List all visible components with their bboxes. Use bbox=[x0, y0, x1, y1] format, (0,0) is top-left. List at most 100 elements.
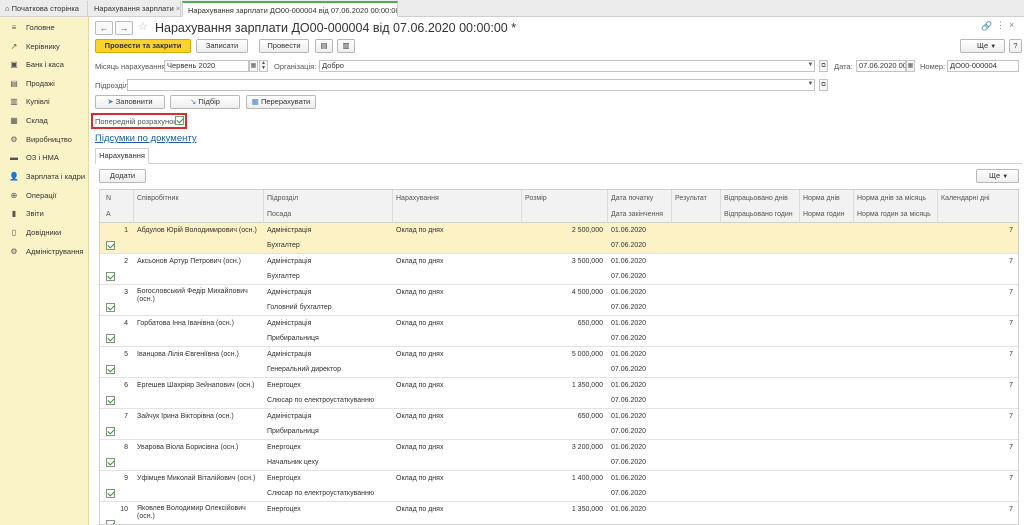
sidebar-item-assets[interactable]: ▬ ОЗ і НМА bbox=[0, 149, 89, 167]
table-row[interactable]: 8 Уварова Віола Борисівна (осн.) Енергоц… bbox=[100, 440, 1018, 471]
help-button[interactable]: ? bbox=[1009, 39, 1022, 53]
org-label: Організація: bbox=[274, 62, 317, 71]
col-norm-days[interactable]: Норма днів bbox=[803, 195, 840, 202]
tab-accruals[interactable]: Нарахування bbox=[95, 148, 149, 164]
col-result[interactable]: Результат bbox=[675, 195, 707, 202]
sidebar-item-manager[interactable]: ↗ Керівнику bbox=[0, 38, 89, 56]
checkbox-checked-icon[interactable] bbox=[106, 520, 115, 524]
date-field[interactable]: 07.06.2020 00 bbox=[856, 60, 906, 72]
month-field[interactable]: Червень 2020 bbox=[164, 60, 249, 72]
post-and-close-button[interactable]: Провести та закрити bbox=[95, 39, 191, 53]
close-icon[interactable]: × bbox=[176, 4, 180, 13]
back-button[interactable]: ← bbox=[95, 21, 113, 35]
checkbox-checked-icon[interactable] bbox=[106, 241, 115, 250]
col-norm-hours[interactable]: Норма годин bbox=[803, 211, 845, 218]
checkbox-checked-icon[interactable] bbox=[106, 458, 115, 467]
sidebar: ≡ Головне ↗ Керівнику ▣ Банк і каса ▤ Продаж… bbox=[0, 17, 89, 525]
col-date-start[interactable]: Дата початку bbox=[611, 195, 653, 202]
sidebar-item-admin[interactable]: ⚙ Адміністрування bbox=[0, 243, 89, 261]
sidebar-item-catalogs[interactable]: ▯ Довідники bbox=[0, 224, 89, 242]
checkbox-checked-icon[interactable] bbox=[106, 489, 115, 498]
col-employee[interactable]: Співробітник bbox=[137, 195, 179, 202]
prelim-checkbox[interactable] bbox=[175, 116, 184, 127]
col-position[interactable]: Посада bbox=[267, 211, 291, 218]
col-date-end[interactable]: Дата закінчення bbox=[611, 211, 663, 218]
table-row[interactable]: 5 Іванцова Лілія Євгеніївна (осн.) Адмін… bbox=[100, 347, 1018, 378]
sidebar-item-reports[interactable]: ▮ Звіти bbox=[0, 205, 89, 223]
table-row[interactable]: 10 Яковлев Володимир Олексійович (осн.) … bbox=[100, 502, 1018, 524]
table-row[interactable]: 3 Богословський Федір Михайлович (осн.) … bbox=[100, 285, 1018, 316]
select-button[interactable]: ↘ Підбір bbox=[170, 95, 240, 109]
tab-home[interactable]: ⌂ Початкова сторінка bbox=[0, 1, 88, 17]
sidebar-item-operations[interactable]: ⊕ Операції bbox=[0, 187, 89, 205]
month-stepper[interactable]: ▲ ▼ bbox=[259, 60, 268, 72]
star-icon[interactable]: ☆ bbox=[138, 20, 148, 33]
org-field[interactable]: Добро bbox=[319, 60, 815, 72]
checkbox-checked-icon[interactable] bbox=[106, 427, 115, 436]
dept-field[interactable] bbox=[127, 79, 815, 91]
checkbox-checked-icon[interactable] bbox=[106, 334, 115, 343]
col-calendar-days[interactable]: Календарні дні bbox=[941, 195, 990, 202]
prelim-label: Попередній розрахунок: bbox=[95, 117, 179, 126]
sidebar-item-payroll[interactable]: 👤 Зарплата і кадри bbox=[0, 168, 89, 186]
sidebar-item-sales[interactable]: ▤ Продажі bbox=[0, 75, 89, 93]
checkbox-checked-icon[interactable] bbox=[106, 272, 115, 281]
save-button[interactable]: Записати bbox=[196, 39, 248, 53]
calendar-icon[interactable]: ▦ bbox=[249, 60, 258, 72]
sidebar-item-production[interactable]: ⚙ Виробництво bbox=[0, 131, 89, 149]
chevron-down-icon[interactable]: ▼ bbox=[806, 60, 815, 72]
open-icon[interactable]: ⧉ bbox=[819, 79, 828, 91]
print-button[interactable]: ▤ bbox=[315, 39, 333, 53]
document-form: ← → ☆ Нарахування зарплати ДО00-000004 в… bbox=[89, 17, 1024, 525]
link-icon[interactable]: 🔗 bbox=[981, 21, 992, 32]
table-row[interactable]: 9 Уфімцев Миколай Віталійович (осн.) Ене… bbox=[100, 471, 1018, 502]
table-row[interactable]: 4 Горбатова Інна Іванівна (осн.) Адмініс… bbox=[100, 316, 1018, 347]
totals-link[interactable]: Підсумки по документу bbox=[95, 133, 197, 144]
person-icon: 👤 bbox=[9, 172, 19, 181]
col-amount[interactable]: Розмір bbox=[525, 195, 547, 202]
more-icon[interactable]: ⋮ bbox=[996, 20, 1005, 31]
col-a[interactable]: А bbox=[106, 211, 111, 218]
table-row[interactable]: 7 Зайчук Ірина Вікторівна (осн.) Адмініс… bbox=[100, 409, 1018, 440]
table-row[interactable]: 1 Абдулов Юрій Володимирович (осн.) Адмі… bbox=[100, 223, 1018, 254]
table-row[interactable]: 2 Аксьонов Артур Петрович (осн.) Адмініс… bbox=[100, 254, 1018, 285]
col-norm-hours-month[interactable]: Норма годин за місяць bbox=[857, 211, 931, 218]
checkbox-checked-icon[interactable] bbox=[106, 303, 115, 312]
factory-icon: ⚙ bbox=[10, 135, 18, 144]
post-button[interactable]: Провести bbox=[259, 39, 309, 53]
col-n[interactable]: N bbox=[106, 195, 111, 202]
col-hours-worked[interactable]: Відпрацьовано годин bbox=[724, 211, 793, 218]
more-button[interactable]: Ще ▼ bbox=[960, 39, 1005, 53]
col-dept[interactable]: Підрозділ bbox=[267, 195, 298, 202]
chevron-down-icon[interactable]: ▼ bbox=[806, 79, 815, 91]
calendar-icon[interactable]: ▦ bbox=[906, 60, 915, 72]
sidebar-item-warehouse[interactable]: ▦ Склад bbox=[0, 112, 89, 130]
sidebar-item-bank[interactable]: ▣ Банк і каса bbox=[0, 56, 89, 74]
col-norm-days-month[interactable]: Норма днів за місяць bbox=[857, 195, 926, 202]
open-icon[interactable]: ⧉ bbox=[819, 60, 828, 72]
recalc-icon: ▦ bbox=[251, 97, 261, 106]
book-icon: ▯ bbox=[11, 228, 17, 237]
forward-button[interactable]: → bbox=[115, 21, 133, 35]
close-icon[interactable]: × bbox=[1009, 20, 1014, 30]
tab-payroll-list[interactable]: Нарахування зарплати × bbox=[89, 1, 181, 17]
number-field[interactable]: ДО00-000004 bbox=[947, 60, 1019, 72]
page-title: Нарахування зарплати ДО00-000004 від 07.… bbox=[155, 21, 517, 35]
menu-icon: ≡ bbox=[11, 23, 17, 32]
recalculate-button[interactable]: ▦ Перерахувати bbox=[246, 95, 316, 109]
fill-button[interactable]: ➤ Заповнити bbox=[95, 95, 165, 109]
bank-icon: ▣ bbox=[10, 60, 18, 69]
col-days-worked[interactable]: Відпрацьовано днів bbox=[724, 195, 788, 202]
dept-label: Підрозділ: bbox=[95, 81, 131, 90]
tab-payroll-doc[interactable]: Нарахування зарплати ДО00-000004 від 07.… bbox=[182, 1, 398, 17]
add-button[interactable]: Додати bbox=[99, 169, 146, 183]
sidebar-item-purchases[interactable]: ▥ Купівлі bbox=[0, 93, 89, 111]
table-row[interactable]: 6 Ергешев Шахріяр Зейнапович (осн.) Енер… bbox=[100, 378, 1018, 409]
checkbox-checked-icon[interactable] bbox=[106, 396, 115, 405]
table-more-button[interactable]: Ще ▼ bbox=[976, 169, 1019, 183]
date-label: Дата: bbox=[834, 62, 853, 71]
col-accrual[interactable]: Нарахування bbox=[396, 195, 439, 202]
report-button[interactable]: ▥ bbox=[337, 39, 355, 53]
checkbox-checked-icon[interactable] bbox=[106, 365, 115, 374]
sidebar-item-main[interactable]: ≡ Головне bbox=[0, 19, 89, 37]
